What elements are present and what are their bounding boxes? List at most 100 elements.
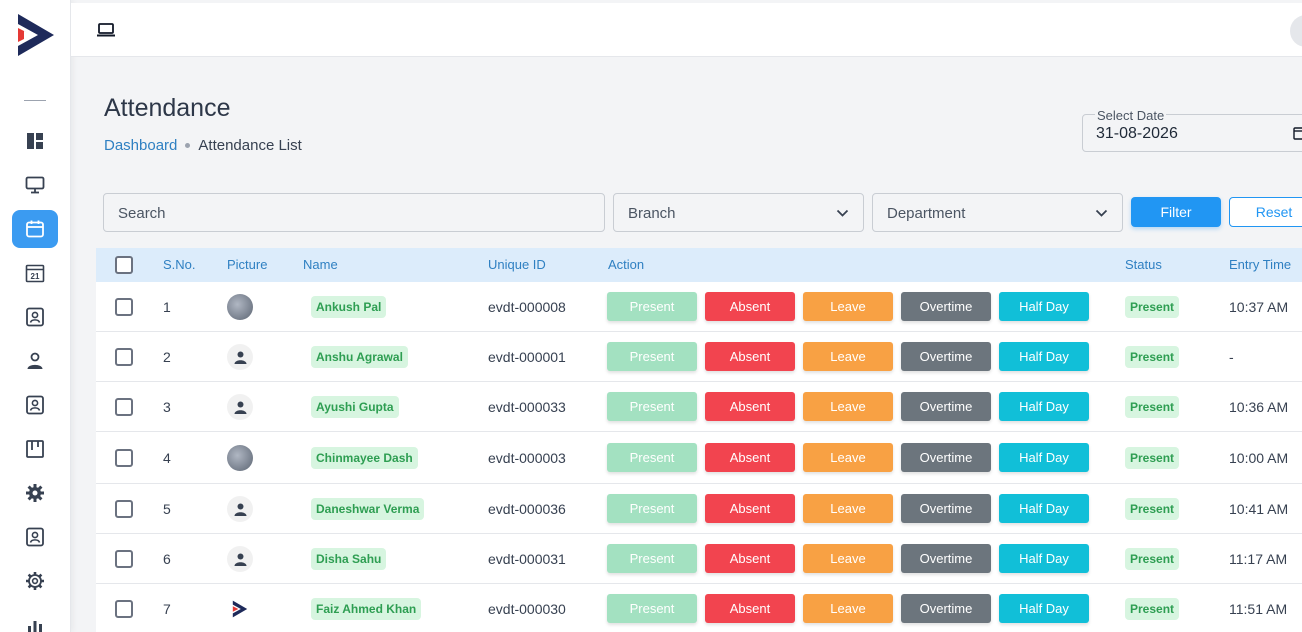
gear-icon[interactable]	[12, 474, 58, 512]
status-badge: Present	[1125, 396, 1180, 418]
overtime-button[interactable]: Overtime	[901, 544, 991, 573]
present-button[interactable]: Present	[607, 544, 697, 573]
row-checkbox[interactable]	[115, 449, 133, 467]
user-placeholder-icon	[234, 401, 246, 414]
entry-time: 10:36 AM	[1229, 399, 1289, 415]
select-all-checkbox[interactable]	[115, 256, 133, 274]
absent-button[interactable]: Absent	[705, 594, 795, 623]
absent-button[interactable]: Absent	[705, 292, 795, 321]
monitor-icon[interactable]	[12, 166, 58, 204]
employee-name[interactable]: Anshu Agrawal	[311, 346, 408, 368]
reset-button[interactable]: Reset	[1229, 197, 1302, 227]
half-day-button[interactable]: Half Day	[999, 392, 1089, 421]
row-sno: 2	[163, 349, 171, 365]
date-picker[interactable]: Select Date 31-08-2026	[1082, 108, 1302, 152]
brand-logo[interactable]	[14, 10, 58, 60]
user-placeholder-icon	[234, 503, 246, 516]
avatar	[227, 546, 253, 572]
date-label: Select Date	[1095, 108, 1167, 123]
calendar-date-icon[interactable]: 21	[12, 254, 58, 292]
employee-name[interactable]: Faiz Ahmed Khan	[311, 598, 422, 620]
leave-button[interactable]: Leave	[803, 292, 893, 321]
sidebar-divider	[24, 100, 46, 101]
row-checkbox[interactable]	[115, 500, 133, 518]
calendar-picker-icon[interactable]	[1293, 126, 1302, 140]
status-badge: Present	[1125, 498, 1180, 520]
chart-icon[interactable]	[12, 606, 58, 632]
table-row: 7 Faiz Ahmed Khan evdt-000030 Present Absent…	[96, 584, 1302, 632]
leave-button[interactable]: Leave	[803, 544, 893, 573]
avatar	[227, 496, 253, 522]
half-day-button[interactable]: Half Day	[999, 594, 1089, 623]
half-day-button[interactable]: Half Day	[999, 342, 1089, 371]
present-button[interactable]: Present	[607, 494, 697, 523]
attendance-table: S.No. Picture Name Unique ID Action Stat…	[96, 248, 1302, 632]
half-day-button[interactable]: Half Day	[999, 494, 1089, 523]
column-status: Status	[1125, 257, 1162, 272]
row-checkbox[interactable]	[115, 348, 133, 366]
dashboard-icon[interactable]	[12, 122, 58, 160]
table-header: S.No. Picture Name Unique ID Action Stat…	[96, 248, 1302, 282]
column-sno: S.No.	[163, 257, 196, 272]
overtime-button[interactable]: Overtime	[901, 292, 991, 321]
half-day-button[interactable]: Half Day	[999, 292, 1089, 321]
table-row: 3 Ayushi Gupta evdt-000033 Present Absent Lea…	[96, 382, 1302, 432]
leave-button[interactable]: Leave	[803, 392, 893, 421]
contact-card-icon[interactable]	[12, 386, 58, 424]
leave-button[interactable]: Leave	[803, 443, 893, 472]
breadcrumb-dashboard-link[interactable]: Dashboard	[104, 137, 177, 154]
present-button[interactable]: Present	[607, 292, 697, 321]
breadcrumb: Dashboard Attendance List	[104, 137, 302, 154]
leave-button[interactable]: Leave	[803, 594, 893, 623]
date-value[interactable]: 31-08-2026	[1096, 125, 1178, 143]
leave-button[interactable]: Leave	[803, 494, 893, 523]
unique-id: evdt-000036	[488, 501, 566, 517]
contact-card-icon[interactable]	[12, 518, 58, 556]
employee-name[interactable]: Disha Sahu	[311, 548, 387, 570]
row-checkbox[interactable]	[115, 600, 133, 618]
overtime-button[interactable]: Overtime	[901, 342, 991, 371]
absent-button[interactable]: Absent	[705, 392, 795, 421]
calendar-icon[interactable]	[12, 210, 58, 248]
row-checkbox[interactable]	[115, 298, 133, 316]
employee-name[interactable]: Daneshwar Verma	[311, 498, 425, 520]
user-icon[interactable]	[12, 342, 58, 380]
column-entry-time: Entry Time	[1229, 257, 1292, 272]
present-button[interactable]: Present	[607, 443, 697, 472]
column-action: Action	[608, 257, 645, 272]
present-button[interactable]: Present	[607, 342, 697, 371]
row-sno: 1	[163, 299, 171, 315]
employee-name[interactable]: Chinmayee Dash	[311, 447, 418, 469]
row-checkbox[interactable]	[115, 550, 133, 568]
department-select[interactable]: Department	[872, 193, 1123, 232]
employee-name[interactable]: Ayushi Gupta	[311, 396, 399, 418]
overtime-button[interactable]: Overtime	[901, 594, 991, 623]
leave-button[interactable]: Leave	[803, 342, 893, 371]
overtime-button[interactable]: Overtime	[901, 494, 991, 523]
avatar	[227, 294, 253, 320]
absent-button[interactable]: Absent	[705, 342, 795, 371]
unique-id: evdt-000033	[488, 399, 566, 415]
present-button[interactable]: Present	[607, 392, 697, 421]
overtime-button[interactable]: Overtime	[901, 392, 991, 421]
absent-button[interactable]: Absent	[705, 494, 795, 523]
present-button[interactable]: Present	[607, 594, 697, 623]
half-day-button[interactable]: Half Day	[999, 544, 1089, 573]
absent-button[interactable]: Absent	[705, 443, 795, 472]
contact-card-icon[interactable]	[12, 298, 58, 336]
branch-select[interactable]: Branch	[613, 193, 864, 232]
avatar[interactable]	[1290, 15, 1302, 47]
absent-button[interactable]: Absent	[705, 544, 795, 573]
search-input[interactable]: Search	[103, 193, 605, 232]
avatar	[227, 394, 253, 420]
row-checkbox[interactable]	[115, 398, 133, 416]
status-badge: Present	[1125, 346, 1180, 368]
laptop-icon[interactable]	[96, 21, 116, 39]
overtime-button[interactable]: Overtime	[901, 443, 991, 472]
board-icon[interactable]	[12, 430, 58, 468]
settings-cog-icon[interactable]	[12, 562, 58, 600]
employee-name[interactable]: Ankush Pal	[311, 296, 387, 318]
row-sno: 5	[163, 501, 171, 517]
filter-button[interactable]: Filter	[1131, 197, 1221, 227]
half-day-button[interactable]: Half Day	[999, 443, 1089, 472]
